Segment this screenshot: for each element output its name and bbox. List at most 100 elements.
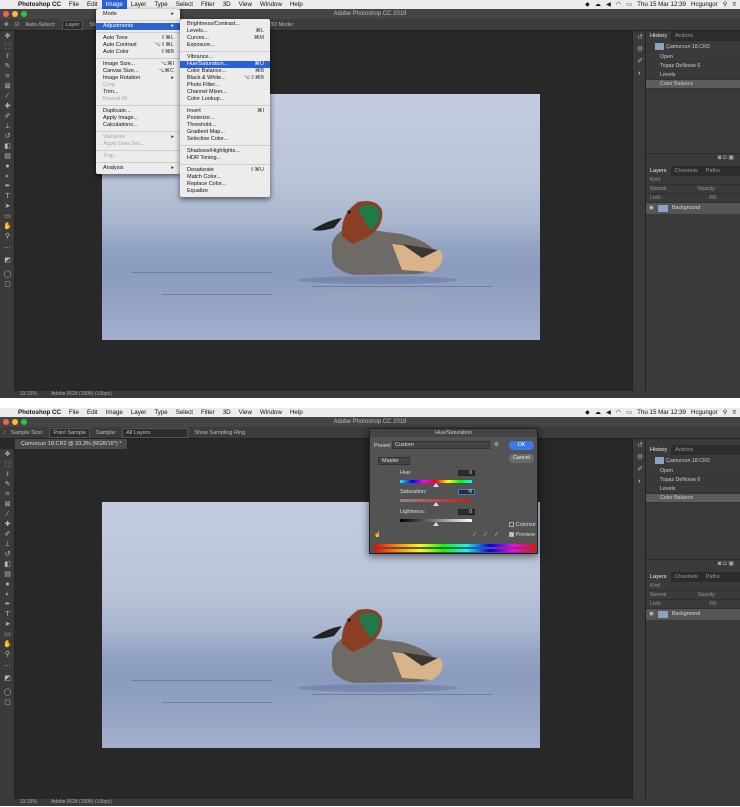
history-item[interactable]: Topaz DeNoise 6 bbox=[646, 62, 740, 71]
lightness-value[interactable]: 0 bbox=[458, 509, 475, 515]
menu-item-image-rotation[interactable]: Image Rotation ▸ bbox=[96, 75, 180, 82]
menu-item-image-size[interactable]: Image Size... ⌥⌘I bbox=[96, 61, 180, 68]
menu-filter[interactable]: Filter bbox=[197, 408, 219, 417]
rectangle-tool-icon[interactable]: ▭ bbox=[0, 629, 15, 639]
hue-value[interactable]: 0 bbox=[458, 470, 475, 476]
blur-tool-icon[interactable]: ● bbox=[0, 579, 15, 589]
clock[interactable]: Thu 15 Mar 12:39 bbox=[637, 1, 686, 8]
more-tools-icon[interactable]: … bbox=[0, 241, 15, 251]
battery-icon[interactable]: ▭ bbox=[626, 1, 632, 8]
cloud-icon[interactable]: ☁ bbox=[595, 1, 601, 8]
blur-tool-icon[interactable]: ● bbox=[0, 161, 15, 171]
dodge-tool-icon[interactable]: ◐ bbox=[0, 589, 15, 599]
marquee-tool-icon[interactable]: ⬚ bbox=[0, 41, 15, 51]
sampling-ring-checkbox[interactable]: Show Sampling Ring bbox=[194, 430, 245, 436]
menu-item-invert[interactable]: Invert ⌘I bbox=[180, 108, 270, 115]
wifi-icon[interactable]: ◠ bbox=[616, 1, 621, 8]
rectangle-tool-icon[interactable]: ▭ bbox=[0, 211, 15, 221]
move-tool-icon[interactable]: ✥ bbox=[0, 31, 15, 41]
frame-tool-icon[interactable]: ⊠ bbox=[0, 81, 15, 91]
quick-mask-icon[interactable]: ◯ bbox=[0, 269, 15, 279]
menu-item-hue-saturation[interactable]: Hue/Saturation... ⌘U bbox=[180, 61, 270, 68]
menu-item-posterize[interactable]: Posterize... bbox=[180, 115, 270, 122]
type-tool-icon[interactable]: T bbox=[0, 191, 15, 201]
menu-item-trim[interactable]: Trim... bbox=[96, 89, 180, 96]
menu-item-gradient-map[interactable]: Gradient Map... bbox=[180, 129, 270, 136]
search-icon[interactable]: ⚲ bbox=[723, 1, 728, 8]
tab-paths[interactable]: Paths bbox=[702, 166, 724, 176]
history-footer-icons[interactable]: ◙ ◘ ▣ bbox=[646, 153, 740, 162]
eyedropper-icon[interactable]: ⁄ bbox=[0, 509, 15, 519]
history-brush-icon[interactable]: ↺ bbox=[0, 549, 15, 559]
hand-tool-icon[interactable]: ✋ bbox=[0, 221, 15, 231]
eye-icon[interactable]: ◉ bbox=[649, 609, 654, 620]
menu-select[interactable]: Select bbox=[172, 408, 197, 417]
menu-layer[interactable]: Layer bbox=[127, 408, 150, 417]
screen-mode-icon[interactable]: ▢ bbox=[0, 279, 15, 289]
lasso-tool-icon[interactable]: ℓ bbox=[0, 51, 15, 61]
dropbox-icon[interactable]: ◆ bbox=[585, 1, 590, 8]
auto-select-dropdown[interactable]: Layer bbox=[61, 19, 84, 30]
zoom-level[interactable]: 33.33% bbox=[20, 391, 37, 398]
history-item[interactable]: Open bbox=[646, 53, 740, 62]
move-tool-icon[interactable]: ✥ bbox=[4, 22, 9, 28]
color-swatches-icon[interactable]: ◩ bbox=[0, 251, 15, 269]
screen-mode-icon[interactable]: ▢ bbox=[0, 697, 15, 707]
tab-history[interactable]: History bbox=[646, 445, 672, 455]
layer-filter-kind[interactable]: Kind bbox=[646, 176, 740, 185]
blend-mode-dropdown[interactable]: Normal bbox=[650, 186, 666, 192]
menu-item-auto-tone[interactable]: Auto Tone ⇧⌘L bbox=[96, 35, 180, 42]
opacity-label[interactable]: Opacity: bbox=[698, 592, 716, 598]
lasso-tool-icon[interactable]: ℓ bbox=[0, 469, 15, 479]
quick-select-icon[interactable]: ✎ bbox=[0, 479, 15, 489]
cloud-icon[interactable]: ☁ bbox=[595, 409, 601, 416]
battery-icon[interactable]: ▭ bbox=[626, 409, 632, 416]
color-swatches-icon[interactable]: ◩ bbox=[0, 669, 15, 687]
menu-app[interactable]: Photoshop CC bbox=[14, 408, 65, 417]
preset-dropdown[interactable]: Custom bbox=[392, 441, 490, 449]
adjust-panel-icon[interactable]: ◐ bbox=[633, 67, 647, 79]
menu-item-color-balance[interactable]: Color Balance... ⌘B bbox=[180, 68, 270, 75]
zoom-icon[interactable] bbox=[21, 11, 27, 17]
menu-item-levels[interactable]: Levels... ⌘L bbox=[180, 28, 270, 35]
eraser-icon[interactable]: ◧ bbox=[0, 141, 15, 151]
menu-file[interactable]: File bbox=[65, 408, 83, 417]
volume-icon[interactable]: ◀ bbox=[606, 409, 611, 416]
healing-brush-icon[interactable]: ✚ bbox=[0, 519, 15, 529]
history-item[interactable]: Levels bbox=[646, 485, 740, 494]
menu-item-threshold[interactable]: Threshold... bbox=[180, 122, 270, 129]
clock[interactable]: Thu 15 Mar 12:39 bbox=[637, 409, 686, 416]
menu-image[interactable]: Image bbox=[102, 408, 127, 417]
sample-dropdown[interactable]: All Layers bbox=[122, 427, 189, 438]
menu-item-adjustments[interactable]: Adjustments ▸ bbox=[96, 23, 180, 30]
saturation-slider-thumb[interactable] bbox=[433, 502, 439, 506]
marquee-tool-icon[interactable]: ⬚ bbox=[0, 459, 15, 469]
menu-item-desaturate[interactable]: Desaturate ⇧⌘U bbox=[180, 167, 270, 174]
menu-3d[interactable]: 3D bbox=[219, 408, 235, 417]
brush-tool-icon[interactable]: ✐ bbox=[0, 529, 15, 539]
crop-tool-icon[interactable]: ⌗ bbox=[0, 71, 15, 81]
brush-panel-icon[interactable]: ✐ bbox=[633, 55, 647, 67]
history-brush-icon[interactable]: ↺ bbox=[0, 131, 15, 141]
history-snapshot[interactable]: Çamurcun 18.CR2 bbox=[646, 41, 740, 53]
menu-item-exposure[interactable]: Exposure... bbox=[180, 42, 270, 49]
tab-actions[interactable]: Actions bbox=[671, 31, 697, 41]
tab-paths[interactable]: Paths bbox=[702, 572, 724, 582]
layer-filter-kind[interactable]: Kind bbox=[646, 582, 740, 591]
auto-select-checkbox[interactable]: ☑ bbox=[15, 22, 20, 28]
eyedropper-icon[interactable]: ⁄ bbox=[474, 532, 475, 538]
tab-actions[interactable]: Actions bbox=[671, 445, 697, 455]
menu-type[interactable]: Type bbox=[150, 0, 171, 9]
menu-edit[interactable]: Edit bbox=[83, 408, 102, 417]
history-panel-icon[interactable]: ↺ bbox=[633, 31, 647, 43]
list-icon[interactable]: ≡ bbox=[732, 1, 736, 8]
menu-item-channel-mixer[interactable]: Channel Mixer... bbox=[180, 89, 270, 96]
ok-button[interactable]: OK bbox=[509, 441, 534, 450]
zoom-tool-icon[interactable]: ⚲ bbox=[0, 649, 15, 659]
menu-type[interactable]: Type bbox=[150, 408, 171, 417]
history-item[interactable]: Levels bbox=[646, 71, 740, 80]
eyedropper-plus-icon[interactable]: ⁄ bbox=[485, 532, 486, 538]
menu-item-match-color[interactable]: Match Color... bbox=[180, 174, 270, 181]
menu-item-photo-filter[interactable]: Photo Filter... bbox=[180, 82, 270, 89]
frame-tool-icon[interactable]: ⊠ bbox=[0, 499, 15, 509]
